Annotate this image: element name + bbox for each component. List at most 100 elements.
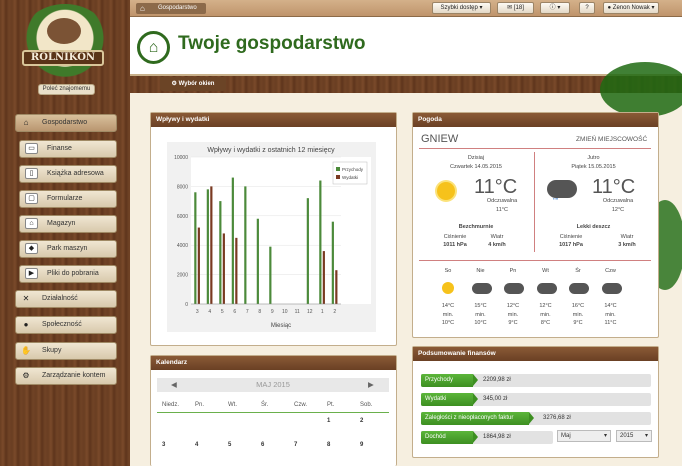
user-menu-button[interactable]: ● Zenon Nowak ▾ — [603, 2, 659, 14]
forecast-max: 14°C — [604, 303, 617, 309]
weather-city: GNIEW — [421, 133, 459, 145]
today-date: Czwartek 14.05.2015 — [450, 164, 502, 170]
address-book-icon: ▯ — [25, 168, 38, 179]
change-location-link[interactable]: ZMIEŃ MIEJSCOWOŚĆ — [576, 136, 647, 143]
chart-bar-przychody — [194, 192, 197, 304]
chart-x-tick: 7 — [246, 309, 249, 315]
finance-row-wydatki: Wydatki 345,00 zł — [421, 393, 651, 406]
chevron-down-icon: ▾ — [603, 433, 607, 439]
today-feels-label: Odczuwalna — [486, 198, 518, 204]
breadcrumb[interactable]: ⌂ Gospodarstwo — [136, 3, 206, 14]
calendar-day[interactable]: 7 — [294, 442, 297, 448]
messages-button[interactable]: ✉ [18] — [497, 2, 534, 14]
quick-access-button[interactable]: Szybki dostęp ▾ — [432, 2, 491, 14]
forecast-min-label: min. — [572, 312, 584, 318]
forecast-min: 9°C — [508, 320, 518, 326]
sidebar-item-2[interactable]: ▯ Książka adresowa — [19, 165, 117, 183]
sidebar-item-8[interactable]: ● Społeczność — [15, 316, 117, 334]
sidebar-item-0[interactable]: ⌂ Gospodarstwo — [15, 114, 117, 132]
handshake-icon: ✋ — [21, 346, 31, 355]
sun-icon — [442, 282, 454, 294]
sidebar-item-3[interactable]: ▢ Formularze — [19, 190, 117, 208]
quick-access-label: Szybki dostęp — [440, 5, 478, 11]
tractor-icon: ◆ — [25, 243, 38, 254]
sidebar-item-9[interactable]: ✋ Skupy — [15, 342, 117, 360]
sidebar-item-label: Skupy — [42, 347, 62, 354]
forecast-max: 14°C — [441, 303, 455, 309]
month-select[interactable]: Maj ▾ — [557, 430, 611, 442]
chart-bar-wydatki — [322, 251, 325, 304]
today-wind-label: Wiatr — [490, 234, 504, 240]
finance-label: Zaległości z nieopłaconych faktur — [421, 412, 534, 425]
chart-x-label: Miesiąc — [271, 323, 291, 329]
info-button[interactable]: ⓘ ▾ — [540, 2, 570, 14]
forecast-min: 11°C — [604, 320, 617, 326]
tools-icon: ✕ — [22, 294, 30, 303]
today-label: Dzisiaj — [467, 155, 485, 161]
tomorrow-date: Piątek 15.05.2015 — [571, 164, 616, 170]
calendar-weekday: Sob. — [360, 402, 373, 408]
today-temperature: 11°C — [474, 176, 518, 198]
calendar-weekday: Pn. — [195, 402, 205, 408]
calendar-day[interactable]: 2 — [360, 418, 363, 424]
flows-panel-title: Wpływy i wydatki — [151, 113, 396, 127]
recommend-button[interactable]: Poleć znajomemu — [38, 84, 95, 95]
forecast-min-label: min. — [475, 312, 486, 318]
chart-bar-wydatki — [335, 270, 338, 304]
finance-value: 2209,98 zł — [483, 377, 511, 383]
choose-windows-button[interactable]: ⚙ Wybór okien — [160, 77, 226, 91]
envelope-icon: ✉ — [507, 5, 513, 11]
chart-x-tick: 9 — [271, 309, 274, 315]
calendar-day[interactable]: 6 — [261, 442, 264, 448]
chart-bar-przychody — [331, 221, 334, 304]
legend-swatch-przychody — [336, 167, 340, 171]
calendar-day[interactable]: 8 — [327, 442, 330, 448]
chart-x-tick: 2 — [333, 309, 336, 315]
chart-y-tick: 8000 — [177, 184, 188, 190]
forecast-min: 10°C — [474, 320, 487, 326]
calendar-day[interactable]: 3 — [162, 442, 165, 448]
today-wind: 4 km/h — [488, 242, 506, 248]
calendar-day[interactable]: 1 — [327, 418, 330, 424]
sidebar-item-5[interactable]: ◆ Park maszyn — [19, 240, 117, 258]
chart-y-tick: 10000 — [174, 155, 188, 161]
chevron-right-icon[interactable]: ▶ — [368, 378, 374, 392]
today-pressure-label: Ciśnienie — [443, 234, 467, 240]
chevron-left-icon[interactable]: ◀ — [171, 378, 177, 392]
sidebar-item-6[interactable]: ▶ Pliki do pobrania — [19, 265, 117, 283]
tomorrow-temperature: 11°C — [592, 176, 636, 198]
chevron-down-icon: ▾ — [651, 5, 655, 11]
tomorrow-feels-label: Odczuwalna — [602, 198, 634, 204]
finance-value: 1864,98 zł — [483, 434, 511, 440]
chart-bar-przychody — [269, 246, 272, 304]
calendar-day[interactable]: 9 — [360, 442, 363, 448]
sidebar-item-7[interactable]: ✕ Działalność — [15, 290, 117, 308]
calendar-panel: Kalendarz — [150, 355, 397, 466]
sidebar-item-4[interactable]: ⌂ Magazyn — [19, 215, 117, 233]
help-button[interactable]: ? — [579, 2, 595, 14]
home-icon: ⌂ — [23, 118, 29, 127]
calendar-day[interactable]: 5 — [228, 442, 231, 448]
top-bar — [130, 0, 682, 17]
forecast-day: Nie — [476, 268, 485, 274]
chart-legend: Przychody Wydatki — [332, 161, 368, 185]
divider — [419, 260, 651, 261]
forecast-max: 16°C — [571, 303, 585, 309]
chart-x-tick: 3 — [196, 309, 199, 315]
forms-icon: ▢ — [25, 193, 38, 204]
forecast-day: Wt — [542, 268, 549, 274]
sidebar-item-1[interactable]: ▭ Finanse — [19, 140, 117, 158]
sidebar-item-label: Park maszyn — [47, 245, 88, 252]
chart-bar-przychody — [306, 198, 309, 304]
today-feels-value: 11°C — [496, 207, 508, 213]
year-select[interactable]: 2015 ▾ — [616, 430, 652, 442]
forecast-day: Czw — [605, 268, 616, 274]
tomorrow-wind: 3 km/h — [618, 242, 636, 248]
calendar-day[interactable]: 4 — [195, 442, 198, 448]
page-title: Twoje gospodarstwo — [178, 33, 366, 54]
sidebar-item-10[interactable]: ⚙ Zarządzanie kontem — [15, 367, 117, 385]
storm-icon — [601, 283, 622, 294]
sidebar-item-label: Gospodarstwo — [42, 119, 88, 126]
divider — [157, 412, 389, 413]
forecast-min-label: min. — [540, 312, 551, 318]
